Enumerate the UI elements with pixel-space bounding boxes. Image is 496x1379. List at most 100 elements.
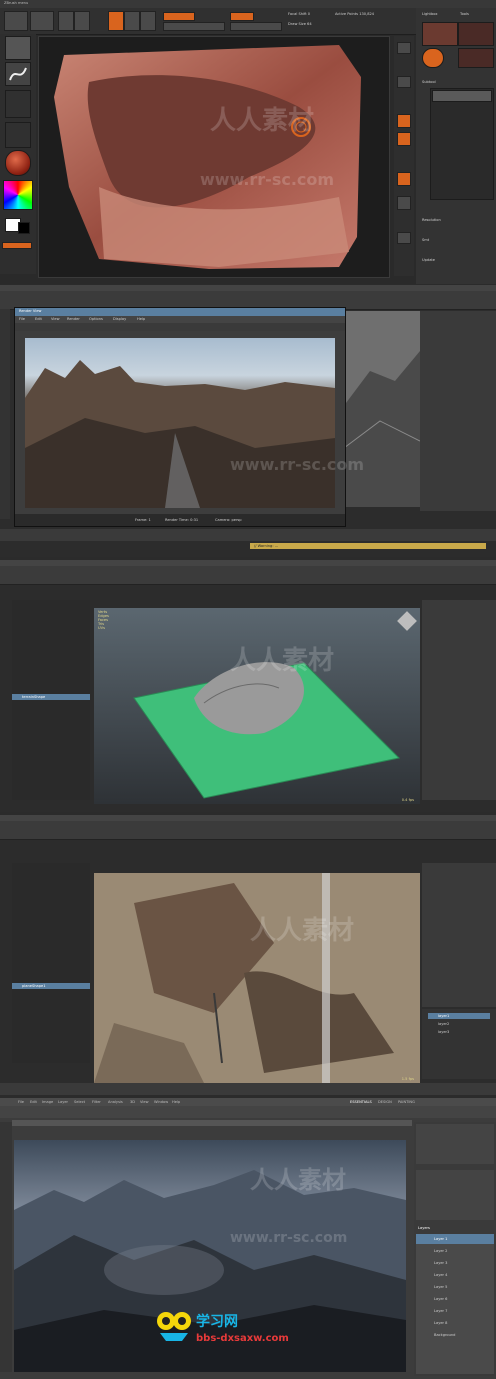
scroll-button[interactable] (397, 76, 411, 88)
ps-menu-window[interactable]: Window (154, 1100, 168, 1104)
color-picker[interactable] (3, 180, 33, 210)
alpha-thumbnail[interactable] (5, 90, 31, 118)
zbrush-canvas[interactable] (38, 36, 390, 278)
ps-menu-image[interactable]: Image (42, 1100, 53, 1104)
ps-menu-edit[interactable]: Edit (30, 1100, 37, 1104)
menu-display[interactable]: Display (113, 317, 126, 321)
rotate-view-button[interactable] (397, 196, 411, 210)
ps-layer-row[interactable]: Layer 5 (416, 1282, 494, 1292)
lightbox-tab[interactable]: Lightbox (422, 12, 437, 16)
ps-layers-title[interactable]: Layers (418, 1226, 430, 1230)
zbrush-menubar[interactable]: ZBrush menu (0, 0, 496, 8)
tool-thumb-1[interactable] (422, 22, 458, 46)
menu-options[interactable]: Options (89, 317, 103, 321)
subtool-list[interactable] (430, 88, 494, 200)
bpr-button[interactable] (397, 42, 411, 54)
ps-menu-select[interactable]: Select (74, 1100, 85, 1104)
ps-document-tab[interactable] (12, 1120, 412, 1126)
ps-workspace-essentials[interactable]: ESSENTIALS (350, 1100, 372, 1104)
resolution-field[interactable]: Resolution (422, 218, 441, 222)
ps-menu-help[interactable]: Help (172, 1100, 180, 1104)
outliner-selected-3[interactable]: planeShape1 (12, 983, 90, 989)
satellite-texture (94, 873, 420, 1083)
polyf-button[interactable] (397, 232, 411, 244)
maya-viewport-1[interactable] (339, 311, 421, 507)
z-intensity-slider[interactable] (230, 22, 282, 31)
ps-menu-view[interactable]: View (140, 1100, 149, 1104)
maya-timeline-3[interactable] (0, 1083, 496, 1095)
ps-options-bar[interactable] (0, 1106, 496, 1118)
menu-help[interactable]: Help (137, 317, 145, 321)
render-view-window[interactable]: Render View File Edit View Render Option… (14, 307, 346, 527)
ps-layer-row[interactable]: Background (416, 1330, 494, 1340)
ps-menu-layer[interactable]: Layer (58, 1100, 68, 1104)
ps-layer-row[interactable]: Layer 7 (416, 1306, 494, 1316)
ps-layer-row[interactable]: Layer 4 (416, 1270, 494, 1280)
subtool-selected[interactable] (432, 90, 492, 102)
ps-workspace-painting[interactable]: PAINTING (398, 1100, 415, 1104)
layer-row-1[interactable]: layer1 (428, 1013, 490, 1019)
maya-channel-box-3[interactable] (422, 863, 496, 1007)
ps-layer-row[interactable]: Layer 8 (416, 1318, 494, 1328)
ps-workspace-design[interactable]: DESIGN (378, 1100, 392, 1104)
ps-styles-panel[interactable] (416, 1170, 494, 1220)
tool-thumb-4[interactable] (458, 48, 494, 68)
maya-shelf-3[interactable] (0, 821, 496, 840)
rotate-button[interactable] (140, 11, 156, 31)
rgb-button[interactable] (163, 12, 195, 21)
maya-layer-editor-3[interactable]: layer1 layer2 layer3 (422, 1009, 496, 1079)
lightbox-button[interactable] (30, 11, 54, 31)
ps-menubar[interactable]: File Edit Image Layer Select Filter Anal… (0, 1098, 496, 1106)
projection-master-button[interactable] (4, 11, 28, 31)
outliner-selected-2[interactable]: terrainShape (12, 694, 90, 700)
ps-toolbox[interactable] (0, 1122, 12, 1372)
smt-field[interactable]: Smt (422, 238, 429, 242)
maya-viewport-3[interactable]: 1.5 fps (94, 873, 420, 1083)
ps-layer-row[interactable]: Layer 1 (416, 1234, 494, 1244)
maya-outliner-3[interactable]: planeShape1 (12, 863, 90, 1063)
maya-outliner-2[interactable]: terrainShape (12, 600, 90, 800)
material-thumbnail[interactable] (5, 150, 31, 176)
ps-menu-file[interactable]: File (18, 1100, 24, 1104)
maya-channel-box-2[interactable] (422, 600, 496, 800)
ps-layer-row[interactable]: Layer 3 (416, 1258, 494, 1268)
edit-button[interactable] (58, 11, 74, 31)
menu-view[interactable]: View (51, 317, 60, 321)
menu-file[interactable]: File (19, 317, 25, 321)
ps-menu-3d[interactable]: 3D (130, 1100, 135, 1104)
ps-adjustments-panel[interactable] (416, 1124, 494, 1164)
zadd-button[interactable] (230, 12, 254, 21)
render-view-toolbar[interactable] (15, 323, 345, 331)
scale-button[interactable] (124, 11, 140, 31)
menu-edit[interactable]: Edit (35, 317, 42, 321)
ps-layer-row[interactable]: Layer 6 (416, 1294, 494, 1304)
draw-button[interactable] (74, 11, 90, 31)
brush-thumbnail[interactable] (5, 36, 31, 60)
ps-layer-row[interactable]: Layer 2 (416, 1246, 494, 1256)
tool-thumb-3[interactable] (422, 48, 444, 68)
secondary-color-swatch[interactable] (18, 222, 30, 234)
ps-menu-filter[interactable]: Filter (92, 1100, 101, 1104)
update-field[interactable]: Update (422, 258, 435, 262)
zoom-view-button[interactable] (397, 172, 411, 186)
render-view-menu[interactable]: File Edit View Render Options Display He… (15, 316, 345, 323)
ps-menu-analysis[interactable]: Analysis (108, 1100, 123, 1104)
rgb-intensity-slider[interactable] (163, 22, 225, 31)
gradient-button[interactable] (2, 242, 32, 249)
ps-canvas[interactable]: 学习网 bbs-dxsaxw.com (14, 1140, 406, 1372)
ps-layers-list[interactable]: Layer 1 Layer 2 Layer 3 Layer 4 Layer 5 … (416, 1234, 494, 1374)
move-view-button[interactable] (397, 132, 411, 146)
frame-button[interactable] (397, 114, 411, 128)
move-button[interactable] (108, 11, 124, 31)
maya-shelf-2[interactable] (0, 566, 496, 585)
layer-3-label[interactable]: layer3 (438, 1030, 449, 1034)
texture-thumbnail[interactable] (5, 122, 31, 148)
layer-2-label[interactable]: layer2 (438, 1022, 449, 1026)
render-view-titlebar[interactable]: Render View (15, 308, 345, 316)
stroke-thumbnail[interactable] (5, 62, 31, 86)
maya-timeline-1[interactable] (0, 529, 496, 541)
menu-render[interactable]: Render (67, 317, 80, 321)
tools-tab[interactable]: Tools (460, 12, 469, 16)
maya-viewport-2[interactable]: Verts Edges Faces Tris UVs 0.4 fps (94, 608, 420, 804)
tool-thumb-2[interactable] (458, 22, 494, 46)
